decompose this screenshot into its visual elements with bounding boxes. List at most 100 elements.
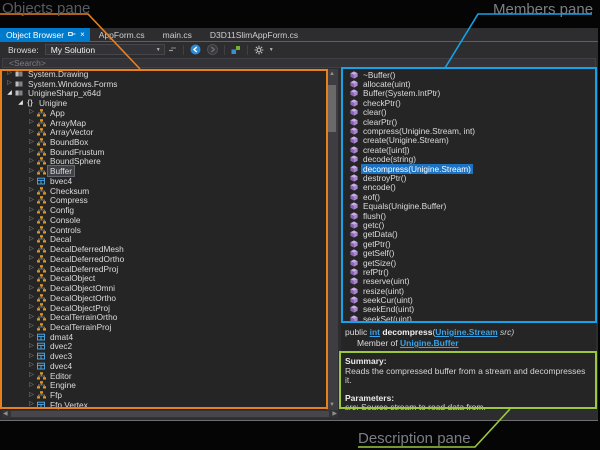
member-item[interactable]: clearPtr() (341, 117, 596, 126)
tree-item[interactable]: ▷Engine (2, 381, 326, 391)
tab-main-cs[interactable]: main.cs (154, 28, 201, 41)
tree-item[interactable]: ▷DecalDeferredOrtho (2, 254, 326, 264)
expand-arrow-icon[interactable]: ▷ (27, 352, 36, 361)
expand-arrow-icon[interactable]: ▷ (27, 206, 36, 215)
expand-arrow-icon[interactable]: ▷ (27, 284, 36, 293)
expand-arrow-icon[interactable]: ▷ (27, 108, 36, 117)
gear-icon[interactable] (254, 45, 264, 55)
member-item[interactable]: resize(uint) (341, 286, 596, 295)
member-item[interactable]: seekCur(uint) (341, 295, 596, 304)
tree-item[interactable]: ▷Controls (2, 225, 326, 235)
member-item[interactable]: seekEnd(uint) (341, 305, 596, 314)
expand-arrow-icon[interactable]: ▷ (27, 138, 36, 147)
expand-arrow-icon[interactable]: ▷ (27, 186, 36, 195)
member-item[interactable]: encode() (341, 183, 596, 192)
tree-item[interactable]: ▷DecalObject (2, 273, 326, 283)
gear-dropdown-icon[interactable]: ▼ (269, 47, 274, 53)
tree-item[interactable]: ▷BoundSphere (2, 157, 326, 167)
tree-item[interactable]: ▷Editor (2, 371, 326, 381)
expand-arrow-icon[interactable]: ▷ (27, 235, 36, 244)
expand-arrow-icon[interactable]: ▷ (27, 274, 36, 283)
tree-item[interactable]: ▷DecalDeferredProj (2, 264, 326, 274)
tree-item[interactable]: ▷ArrayMap (2, 118, 326, 128)
expand-arrow-icon[interactable]: ▷ (27, 157, 36, 166)
scroll-left-icon[interactable]: ◀ (3, 410, 8, 418)
scroll-right-icon[interactable]: ▶ (332, 410, 337, 418)
tab-d3d11slimappform-cs[interactable]: D3D11SlimAppForm.cs (201, 28, 307, 41)
scroll-up-icon[interactable]: ▲ (326, 70, 338, 78)
tree-item[interactable]: ▷Checksum (2, 186, 326, 196)
tree-item[interactable]: ▷ArrayVector (2, 127, 326, 137)
expand-arrow-icon[interactable]: ▷ (27, 225, 36, 234)
tree-item[interactable]: ▷Console (2, 215, 326, 225)
tree-item[interactable]: ▷BoundBox (2, 137, 326, 147)
tree-item[interactable]: ▷Ffp.Vertex (2, 400, 326, 410)
collapse-arrow-icon[interactable]: ◢ (16, 99, 25, 108)
expand-arrow-icon[interactable]: ▷ (27, 322, 36, 331)
expand-arrow-icon[interactable]: ▷ (27, 176, 36, 185)
expand-arrow-icon[interactable]: ▷ (27, 332, 36, 341)
member-item[interactable]: eof() (341, 192, 596, 201)
expand-arrow-icon[interactable]: ▷ (27, 196, 36, 205)
tree-item[interactable]: ▷System.Windows.Forms (2, 79, 326, 89)
return-type-link[interactable]: int (370, 327, 380, 337)
tab-appform-cs[interactable]: AppForm.cs (90, 28, 154, 41)
member-item[interactable]: Buffer(System.IntPtr) (341, 89, 596, 98)
navigate-forward-icon[interactable] (207, 44, 218, 55)
member-of-link[interactable]: Unigine.Buffer (400, 338, 459, 348)
member-item[interactable]: allocate(uint) (341, 79, 596, 88)
tree-item[interactable]: ▷DecalObjectOmni (2, 283, 326, 293)
member-item[interactable]: flush() (341, 211, 596, 220)
tree-item[interactable]: ▷dvec3 (2, 351, 326, 361)
member-item[interactable]: clear() (341, 108, 596, 117)
edit-component-set-icon[interactable] (168, 45, 177, 54)
expand-arrow-icon[interactable]: ▷ (27, 381, 36, 390)
member-item[interactable]: ~Buffer() (341, 70, 596, 79)
tree-item[interactable]: ◢{}Unigine (2, 98, 326, 108)
tree-item[interactable]: ▷Ffp (2, 390, 326, 400)
member-item[interactable]: refPtr() (341, 267, 596, 276)
browse-scope-dropdown[interactable]: My Solution ▼ (45, 44, 165, 55)
expand-arrow-icon[interactable]: ▷ (27, 303, 36, 312)
tree-item[interactable]: ▷Config (2, 205, 326, 215)
objects-horizontal-scrollbar[interactable]: ◀ ▶ (2, 410, 338, 418)
tree-item[interactable]: ▷Compress (2, 196, 326, 206)
expand-arrow-icon[interactable]: ▷ (27, 313, 36, 322)
tree-item[interactable]: ▷Decal (2, 234, 326, 244)
expand-arrow-icon[interactable]: ▷ (5, 69, 14, 78)
add-to-references-icon[interactable] (231, 45, 241, 55)
tree-item[interactable]: ▷DecalObjectOrtho (2, 293, 326, 303)
tree-item[interactable]: ▷DecalTerrainOrtho (2, 312, 326, 322)
member-item[interactable]: checkPtr() (341, 98, 596, 107)
navigate-back-icon[interactable] (190, 44, 201, 55)
member-item[interactable]: compress(Unigine.Stream, int) (341, 126, 596, 135)
member-item[interactable]: create([uint]) (341, 145, 596, 154)
tree-item[interactable]: ▷DecalTerrainProj (2, 322, 326, 332)
expand-arrow-icon[interactable]: ▷ (27, 215, 36, 224)
param-type-link[interactable]: Unigine.Stream (435, 327, 497, 337)
member-item[interactable]: reserve(uint) (341, 277, 596, 286)
tree-item[interactable]: ▷System.Drawing (2, 69, 326, 79)
expand-arrow-icon[interactable]: ▷ (27, 342, 36, 351)
expand-arrow-icon[interactable]: ▷ (5, 79, 14, 88)
tree-item[interactable]: ◢UnigineSharp_x64d (2, 88, 326, 98)
tree-item[interactable]: ▷bvec4 (2, 176, 326, 186)
member-item[interactable]: seekSet(uint) (341, 314, 596, 323)
member-item[interactable]: getSelf() (341, 248, 596, 257)
expand-arrow-icon[interactable]: ▷ (27, 361, 36, 370)
tree-item[interactable]: ▷App (2, 108, 326, 118)
member-item[interactable]: decode(string) (341, 155, 596, 164)
close-icon[interactable]: × (80, 31, 85, 39)
expand-arrow-icon[interactable]: ▷ (27, 245, 36, 254)
pin-icon[interactable] (68, 30, 76, 40)
search-input[interactable] (2, 58, 596, 69)
member-item[interactable]: getc() (341, 220, 596, 229)
expand-arrow-icon[interactable]: ▷ (27, 118, 36, 127)
scrollbar-thumb[interactable] (328, 85, 336, 132)
expand-arrow-icon[interactable]: ▷ (27, 128, 36, 137)
member-item[interactable]: getPtr() (341, 239, 596, 248)
member-item[interactable]: create(Unigine.Stream) (341, 136, 596, 145)
expand-arrow-icon[interactable]: ▷ (27, 391, 36, 400)
objects-vertical-scrollbar[interactable]: ▲ ▼ (326, 69, 338, 410)
tree-item[interactable]: ▷dvec4 (2, 361, 326, 371)
